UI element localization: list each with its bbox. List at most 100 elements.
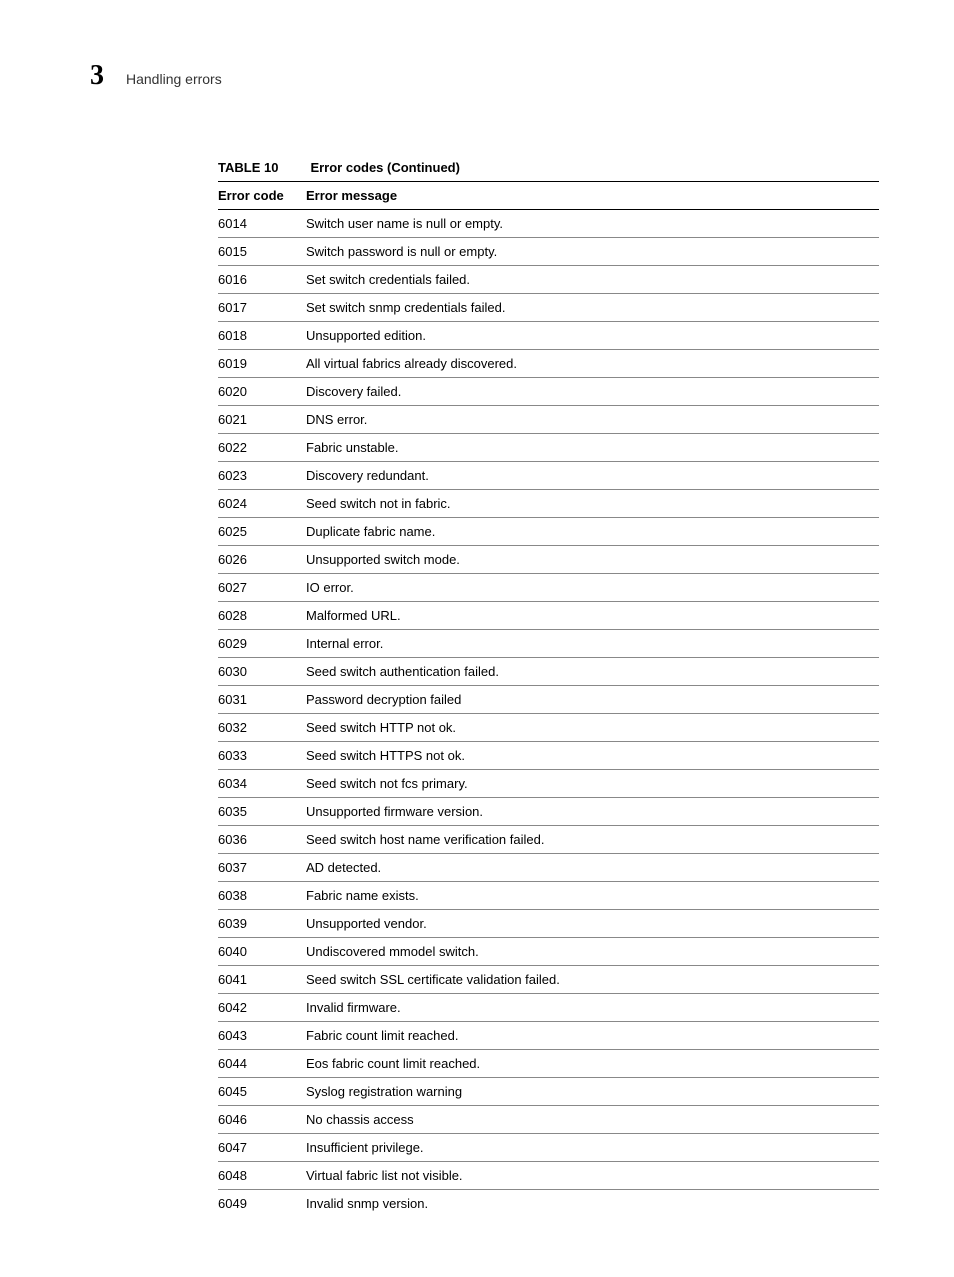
error-message: Fabric count limit reached. bbox=[306, 1022, 879, 1050]
error-code: 6042 bbox=[218, 994, 306, 1022]
error-code: 6028 bbox=[218, 602, 306, 630]
error-code: 6027 bbox=[218, 574, 306, 602]
error-message: Discovery redundant. bbox=[306, 462, 879, 490]
table-row: 6015Switch password is null or empty. bbox=[218, 238, 879, 266]
error-code: 6018 bbox=[218, 322, 306, 350]
table-row: 6014Switch user name is null or empty. bbox=[218, 210, 879, 238]
error-message: Unsupported edition. bbox=[306, 322, 879, 350]
table-row: 6033Seed switch HTTPS not ok. bbox=[218, 742, 879, 770]
error-code: 6035 bbox=[218, 798, 306, 826]
error-code: 6032 bbox=[218, 714, 306, 742]
chapter-number: 3 bbox=[90, 60, 104, 92]
error-code: 6048 bbox=[218, 1162, 306, 1190]
error-code: 6039 bbox=[218, 910, 306, 938]
error-message: All virtual fabrics already discovered. bbox=[306, 350, 879, 378]
error-code: 6025 bbox=[218, 518, 306, 546]
error-message: Unsupported firmware version. bbox=[306, 798, 879, 826]
table-row: 6049Invalid snmp version. bbox=[218, 1190, 879, 1218]
error-message: Malformed URL. bbox=[306, 602, 879, 630]
error-code: 6023 bbox=[218, 462, 306, 490]
table-row: 6019All virtual fabrics already discover… bbox=[218, 350, 879, 378]
error-code: 6019 bbox=[218, 350, 306, 378]
error-code: 6041 bbox=[218, 966, 306, 994]
error-code: 6038 bbox=[218, 882, 306, 910]
table-caption: TABLE 10 Error codes (Continued) bbox=[218, 160, 879, 175]
error-message: No chassis access bbox=[306, 1106, 879, 1134]
error-message: Switch user name is null or empty. bbox=[306, 210, 879, 238]
column-header-message: Error message bbox=[306, 182, 879, 210]
error-message: Eos fabric count limit reached. bbox=[306, 1050, 879, 1078]
error-message: Seed switch authentication failed. bbox=[306, 658, 879, 686]
table-row: 6017Set switch snmp credentials failed. bbox=[218, 294, 879, 322]
error-codes-table: Error code Error message 6014Switch user… bbox=[218, 181, 879, 1217]
error-message: Set switch snmp credentials failed. bbox=[306, 294, 879, 322]
error-code: 6049 bbox=[218, 1190, 306, 1218]
error-code: 6026 bbox=[218, 546, 306, 574]
table-row: 6027IO error. bbox=[218, 574, 879, 602]
error-message: AD detected. bbox=[306, 854, 879, 882]
error-message: Password decryption failed bbox=[306, 686, 879, 714]
error-message: Insufficient privilege. bbox=[306, 1134, 879, 1162]
error-message: Seed switch not fcs primary. bbox=[306, 770, 879, 798]
error-code: 6040 bbox=[218, 938, 306, 966]
error-message: Invalid snmp version. bbox=[306, 1190, 879, 1218]
table-row: 6022Fabric unstable. bbox=[218, 434, 879, 462]
table-row: 6028Malformed URL. bbox=[218, 602, 879, 630]
error-code: 6033 bbox=[218, 742, 306, 770]
table-row: 6018Unsupported edition. bbox=[218, 322, 879, 350]
page-header: 3 Handling errors bbox=[90, 60, 879, 92]
error-code: 6029 bbox=[218, 630, 306, 658]
error-message: Seed switch host name verification faile… bbox=[306, 826, 879, 854]
error-code: 6036 bbox=[218, 826, 306, 854]
table-row: 6048Virtual fabric list not visible. bbox=[218, 1162, 879, 1190]
table-row: 6021DNS error. bbox=[218, 406, 879, 434]
error-message: Undiscovered mmodel switch. bbox=[306, 938, 879, 966]
error-message: Syslog registration warning bbox=[306, 1078, 879, 1106]
table-row: 6040Undiscovered mmodel switch. bbox=[218, 938, 879, 966]
error-code: 6037 bbox=[218, 854, 306, 882]
error-message: Unsupported vendor. bbox=[306, 910, 879, 938]
error-message: Fabric name exists. bbox=[306, 882, 879, 910]
table-row: 6029Internal error. bbox=[218, 630, 879, 658]
table-row: 6025Duplicate fabric name. bbox=[218, 518, 879, 546]
table-row: 6016Set switch credentials failed. bbox=[218, 266, 879, 294]
table-row: 6034Seed switch not fcs primary. bbox=[218, 770, 879, 798]
error-code: 6046 bbox=[218, 1106, 306, 1134]
table-row: 6039Unsupported vendor. bbox=[218, 910, 879, 938]
error-code: 6015 bbox=[218, 238, 306, 266]
error-message: Seed switch not in fabric. bbox=[306, 490, 879, 518]
table-row: 6026Unsupported switch mode. bbox=[218, 546, 879, 574]
error-code: 6016 bbox=[218, 266, 306, 294]
error-code: 6021 bbox=[218, 406, 306, 434]
table-row: 6023Discovery redundant. bbox=[218, 462, 879, 490]
error-message: Unsupported switch mode. bbox=[306, 546, 879, 574]
table-row: 6036Seed switch host name verification f… bbox=[218, 826, 879, 854]
error-message: Fabric unstable. bbox=[306, 434, 879, 462]
table-body: 6014Switch user name is null or empty.60… bbox=[218, 210, 879, 1218]
table-row: 6038Fabric name exists. bbox=[218, 882, 879, 910]
table-row: 6031Password decryption failed bbox=[218, 686, 879, 714]
error-message: Discovery failed. bbox=[306, 378, 879, 406]
table-row: 6043Fabric count limit reached. bbox=[218, 1022, 879, 1050]
error-code: 6020 bbox=[218, 378, 306, 406]
table-header-row: Error code Error message bbox=[218, 182, 879, 210]
error-code: 6045 bbox=[218, 1078, 306, 1106]
error-message: Set switch credentials failed. bbox=[306, 266, 879, 294]
error-code: 6017 bbox=[218, 294, 306, 322]
error-code: 6024 bbox=[218, 490, 306, 518]
error-code: 6022 bbox=[218, 434, 306, 462]
error-message: Virtual fabric list not visible. bbox=[306, 1162, 879, 1190]
table-row: 6042Invalid firmware. bbox=[218, 994, 879, 1022]
table-title: Error codes (Continued) bbox=[310, 160, 460, 175]
error-message: Seed switch HTTPS not ok. bbox=[306, 742, 879, 770]
error-message: Switch password is null or empty. bbox=[306, 238, 879, 266]
table-row: 6044Eos fabric count limit reached. bbox=[218, 1050, 879, 1078]
error-code: 6034 bbox=[218, 770, 306, 798]
table-row: 6032Seed switch HTTP not ok. bbox=[218, 714, 879, 742]
error-codes-table-container: TABLE 10 Error codes (Continued) Error c… bbox=[218, 160, 879, 1217]
table-row: 6045Syslog registration warning bbox=[218, 1078, 879, 1106]
column-header-code: Error code bbox=[218, 182, 306, 210]
error-code: 6030 bbox=[218, 658, 306, 686]
table-row: 6041Seed switch SSL certificate validati… bbox=[218, 966, 879, 994]
error-message: Seed switch HTTP not ok. bbox=[306, 714, 879, 742]
